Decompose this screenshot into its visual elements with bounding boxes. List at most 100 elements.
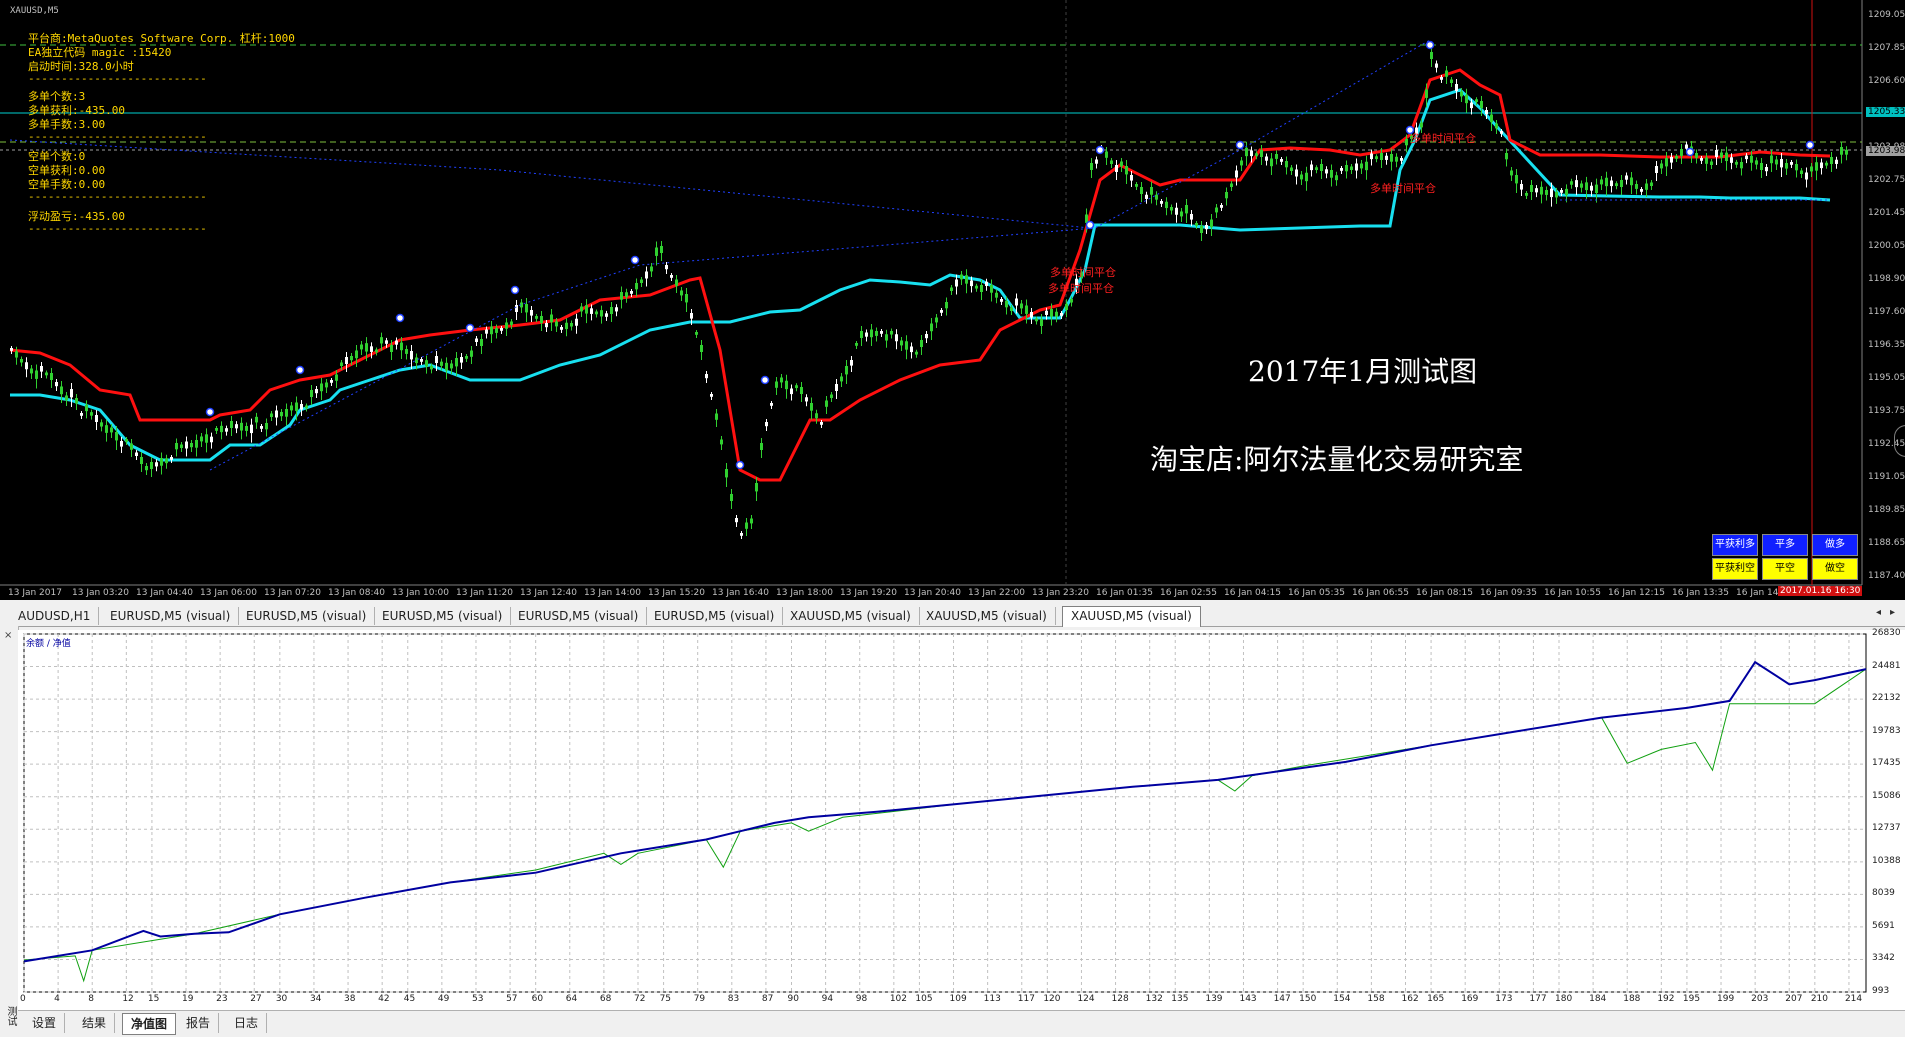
candle-body <box>80 413 83 416</box>
close-annotation: 多单时间平仓 <box>1370 182 1436 195</box>
tab-chart-window[interactable]: XAUUSD,M5 (visual) <box>1062 606 1201 627</box>
candle-body <box>1780 159 1783 168</box>
tester-tab[interactable]: 报告 <box>178 1013 220 1033</box>
candle-body <box>1195 223 1198 226</box>
trade-marker <box>465 323 475 333</box>
tab-scroll-left-icon[interactable]: ◂ <box>1876 607 1881 618</box>
equity-x-tick: 147 <box>1273 994 1291 1004</box>
candle-body <box>865 332 868 337</box>
candle-body <box>290 405 293 411</box>
candle-body <box>1350 166 1353 170</box>
trade-marker <box>1085 220 1095 230</box>
chart-scroll-handle[interactable] <box>1894 425 1905 457</box>
candle-body <box>1395 156 1398 162</box>
equity-x-tick: 113 <box>983 994 1001 1004</box>
candle-body <box>1490 114 1493 123</box>
candle-body <box>1335 175 1338 181</box>
candle-body <box>285 409 288 417</box>
candle-body <box>395 340 398 345</box>
equity-x-tick: 90 <box>787 994 799 1004</box>
price-tick-label: 1197.60 <box>1868 307 1905 317</box>
candle-body <box>525 304 528 313</box>
candle-body <box>1575 180 1578 188</box>
equity-x-tick: 19 <box>182 994 194 1004</box>
candle-body <box>130 443 133 450</box>
candle-body <box>445 362 448 371</box>
close-annotation: 多单时间平仓 <box>1048 282 1114 295</box>
tab-chart-window[interactable]: EURUSD,M5 (visual) <box>374 607 512 625</box>
tab-scroll-right-icon[interactable]: ▸ <box>1890 607 1895 618</box>
candle-body <box>1170 207 1173 211</box>
candle-body <box>490 326 493 335</box>
candle-body <box>890 331 893 335</box>
candle-body <box>500 328 503 331</box>
candle-body <box>920 340 923 347</box>
equity-y-tick: 10388 <box>1872 855 1901 866</box>
candle-body <box>250 424 253 434</box>
candle-body <box>1150 187 1153 195</box>
candle-body <box>745 522 748 529</box>
equity-y-tick: 15086 <box>1872 790 1901 801</box>
tester-tab[interactable]: 设置 <box>24 1013 66 1033</box>
candle-body <box>1060 313 1063 316</box>
tab-chart-window[interactable]: EURUSD,M5 (visual) <box>238 607 376 625</box>
candle-body <box>1520 184 1523 190</box>
candle-body <box>740 533 743 536</box>
candle-body <box>1420 122 1423 128</box>
equity-x-tick: 139 <box>1205 994 1223 1004</box>
equity-graph: 余额 / 净值 26830 24481 22132 19783 17435 15086 12… <box>18 628 1905 1010</box>
tab-chart-window[interactable]: AUDUSD,H1 <box>10 607 100 625</box>
price-chart-canvas[interactable] <box>0 0 1905 600</box>
candle-body <box>335 374 338 381</box>
candle-body <box>1295 169 1298 177</box>
candle-body <box>35 370 38 379</box>
ea-button[interactable]: 做多 <box>1812 534 1858 556</box>
candle-body <box>380 337 383 344</box>
ea-button[interactable]: 平获利多 <box>1712 534 1758 556</box>
ea-button[interactable]: 平获利空 <box>1712 558 1758 580</box>
close-icon[interactable]: × <box>4 630 12 641</box>
candle-body <box>1260 150 1263 157</box>
candle-body <box>625 292 628 298</box>
equity-x-tick: 162 <box>1401 994 1419 1004</box>
ea-info-line: --------------------------- <box>28 130 207 143</box>
candle-body <box>200 436 203 442</box>
candle-body <box>1480 101 1483 108</box>
tester-tab[interactable]: 日志 <box>226 1013 268 1033</box>
ea-button[interactable]: 平空 <box>1762 558 1808 580</box>
candle-body <box>180 444 183 448</box>
time-tick-label: 13 Jan 12:40 <box>520 588 577 598</box>
candle-body <box>1720 152 1723 158</box>
equity-x-tick: 105 <box>915 994 933 1004</box>
tab-chart-window[interactable]: EURUSD,M5 (visual) <box>646 607 784 625</box>
candle-body <box>1750 155 1753 163</box>
candle-body <box>970 280 973 287</box>
candle-body <box>1660 163 1663 169</box>
ea-button[interactable]: 做空 <box>1812 558 1858 580</box>
candle-body <box>195 440 198 448</box>
equity-x-tick: 199 <box>1717 994 1735 1004</box>
candle-body <box>370 346 373 352</box>
tab-chart-window[interactable]: XAUUSD,M5 (visual) <box>782 607 920 625</box>
price-chart[interactable]: XAUUSD,M5 平台商:MetaQuotes Software Corp. … <box>0 0 1905 600</box>
tab-chart-window[interactable]: XAUUSD,M5 (visual) <box>918 607 1056 625</box>
candle-body <box>1540 186 1543 195</box>
candle-body <box>885 334 888 341</box>
equity-x-tick: 188 <box>1623 994 1641 1004</box>
candle-body <box>330 380 333 383</box>
candle-body <box>10 348 13 351</box>
tester-tab[interactable]: 结果 <box>74 1013 116 1033</box>
candle-body <box>310 390 313 397</box>
time-tick-label: 16 Jan 06:55 <box>1352 588 1409 598</box>
candle-body <box>1345 165 1348 172</box>
tester-tab[interactable]: 净值图 <box>122 1013 177 1035</box>
candle-body <box>1380 153 1383 160</box>
ea-button[interactable]: 平多 <box>1762 534 1808 556</box>
candle-body <box>1775 159 1778 165</box>
candle-body <box>670 275 673 278</box>
candle-body <box>1845 149 1848 155</box>
tester-tabs: 设置 结果 净值图 报告 日志 <box>18 1010 1905 1037</box>
tab-chart-window[interactable]: EURUSD,M5 (visual) <box>510 607 648 625</box>
candle-body <box>785 380 788 390</box>
tab-chart-window[interactable]: EURUSD,M5 (visual) <box>102 607 240 625</box>
